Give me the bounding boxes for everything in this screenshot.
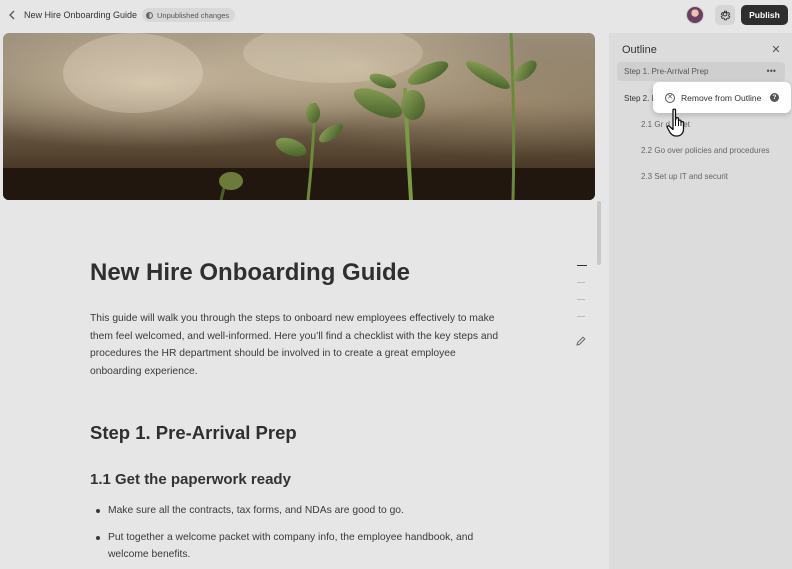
- gear-icon: [720, 10, 731, 21]
- mini-outline-line[interactable]: [577, 282, 585, 283]
- outline-title: Outline: [622, 44, 657, 56]
- chevron-left-icon[interactable]: [6, 9, 18, 21]
- help-icon[interactable]: ?: [770, 93, 779, 102]
- document-heading: New Hire Onboarding Guide: [90, 259, 411, 286]
- remove-from-outline-label: Remove from Outline: [681, 92, 762, 103]
- outline-panel: Outline ✕ Step 1. Pre-Arrival Prep ••• S…: [609, 33, 792, 569]
- top-bar: New Hire Onboarding Guide Unpublished ch…: [0, 0, 792, 30]
- list-item: Make sure all the contracts, tax forms, …: [95, 502, 515, 520]
- mini-outline-line[interactable]: [577, 316, 585, 317]
- list-item: Put together a welcome packet with compa…: [95, 529, 515, 564]
- outline-item-2-3[interactable]: 2.3 Set up IT and securit: [641, 172, 728, 181]
- mini-outline-line[interactable]: [577, 299, 585, 300]
- step1-heading: Step 1. Pre-Arrival Prep: [90, 422, 297, 443]
- outline-item-2-2[interactable]: 2.2 Go over policies and procedures: [641, 146, 770, 155]
- more-horizontal-icon[interactable]: •••: [767, 62, 776, 81]
- mini-outline[interactable]: [577, 265, 587, 333]
- seedlings-illustration: [3, 33, 595, 200]
- paperwork-subheading: 1.1 Get the paperwork ready: [90, 471, 291, 488]
- mini-outline-line[interactable]: [577, 265, 587, 266]
- paperwork-list: Make sure all the contracts, tax forms, …: [95, 502, 515, 569]
- status-badge: Unpublished changes: [142, 8, 236, 22]
- outline-item-step1[interactable]: Step 1. Pre-Arrival Prep •••: [617, 62, 785, 81]
- remove-from-outline-menu-item[interactable]: ✕ Remove from Outline ?: [653, 82, 791, 113]
- document-editor: New Hire Onboarding Guide This guide wil…: [3, 33, 602, 569]
- avatar[interactable]: [686, 6, 704, 24]
- outline-item-2-1[interactable]: 2.1 Gr d meet: [641, 120, 690, 129]
- half-circle-icon: [146, 11, 153, 19]
- document-title-breadcrumb: New Hire Onboarding Guide: [24, 10, 138, 20]
- outline-item-label: Step 1. Pre-Arrival Prep: [624, 67, 709, 76]
- status-badge-label: Unpublished changes: [157, 10, 230, 20]
- editor-scrollbar[interactable]: [597, 201, 601, 265]
- settings-button[interactable]: [715, 5, 735, 25]
- pencil-icon[interactable]: [575, 334, 587, 346]
- close-icon[interactable]: ✕: [771, 45, 781, 56]
- outline-item-step2[interactable]: Step 2. I: [624, 94, 654, 103]
- intro-paragraph: This guide will walk you through the ste…: [90, 313, 499, 377]
- remove-circle-icon: ✕: [665, 92, 675, 103]
- publish-button[interactable]: Publish: [741, 5, 788, 25]
- cover-image[interactable]: [3, 33, 595, 200]
